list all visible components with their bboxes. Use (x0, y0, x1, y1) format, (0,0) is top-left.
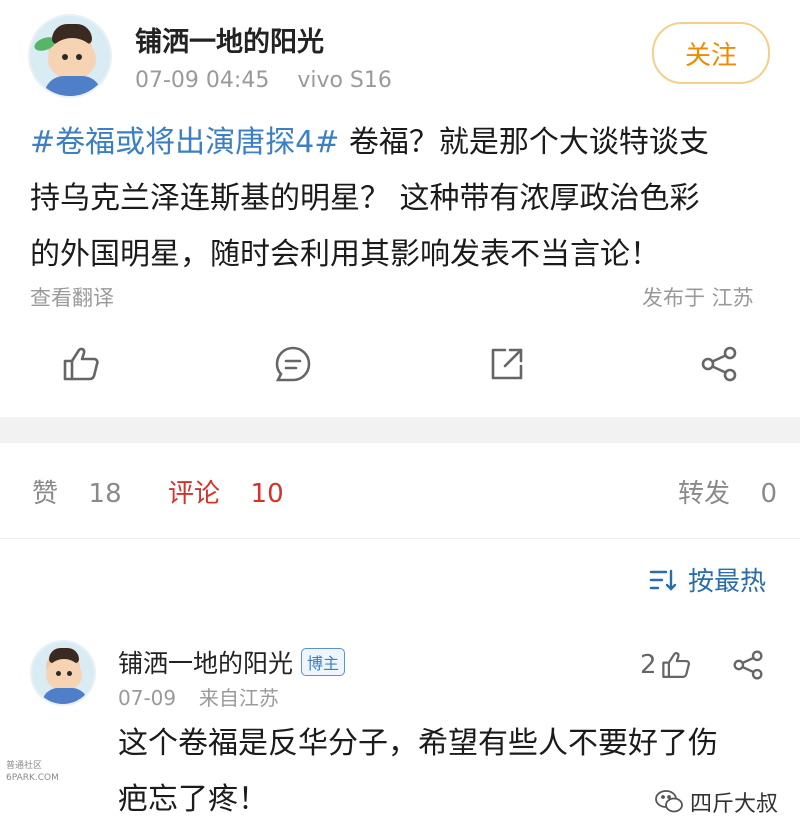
post-line-1: 卷福？就是那个大谈特谈支 (339, 125, 709, 160)
author-avatar[interactable] (28, 14, 112, 98)
comments-tab[interactable]: 评论 10 (168, 473, 284, 510)
comments-label: 评论 (168, 479, 221, 509)
watermark-site: 普通社区 6PARK.COM (6, 760, 76, 784)
share-button[interactable] (700, 346, 738, 386)
likes-label: 赞 (32, 479, 59, 509)
reposts-count: 0 (760, 479, 778, 509)
comment-share-button[interactable] (732, 650, 764, 684)
section-divider (0, 417, 800, 443)
comment-meta: 07-09 来自江苏 (118, 682, 279, 711)
comment-share-icon (733, 650, 763, 680)
share-icon (701, 346, 737, 382)
sort-label: 按最热 (688, 567, 767, 597)
sort-button[interactable]: 按最热 (648, 561, 766, 598)
comment-header: 铺洒一地的阳光 博主 (118, 644, 346, 680)
comment-date: 07-09 (118, 686, 177, 710)
post-line-2: 持乌克兰泽连斯基的明星？ 这种带有浓厚政治色彩 (30, 181, 700, 216)
watermark-account: 四斤大叔 (654, 786, 778, 818)
reposts-tab[interactable]: 转发 0 (678, 473, 777, 510)
follow-button[interactable]: 关注 (652, 22, 770, 84)
translate-link[interactable]: 查看翻译 (30, 282, 114, 312)
comments-count: 10 (250, 479, 284, 509)
watermark-account-name: 四斤大叔 (690, 792, 779, 817)
post-time: 07-09 04:45 (135, 68, 270, 93)
comment-icon (275, 346, 311, 382)
post-line-3: 的外国明星，随时会利用其影响发表不当言论！ (30, 237, 660, 272)
commenter-name[interactable]: 铺洒一地的阳光 (118, 644, 293, 680)
repost-button[interactable] (490, 347, 524, 385)
reposts-label: 转发 (678, 479, 731, 509)
post-meta: 07-09 04:45 vivo S16 (135, 68, 392, 93)
wechat-icon (655, 790, 683, 813)
commenter-avatar[interactable] (30, 640, 96, 706)
post-device: vivo S16 (297, 68, 392, 93)
comment-like-button[interactable]: 2 (640, 650, 691, 680)
author-badge: 博主 (301, 648, 346, 676)
comment-like-count: 2 (640, 650, 657, 680)
sort-icon (649, 569, 677, 591)
hashtag-link[interactable]: #卷福或将出演唐探4# (30, 125, 339, 160)
author-name[interactable]: 铺洒一地的阳光 (135, 20, 324, 59)
stats-divider (0, 538, 800, 539)
comment-button[interactable] (274, 345, 312, 387)
post-text: #卷福或将出演唐探4# 卷福？就是那个大谈特谈支 持乌克兰泽连斯基的明星？ 这种… (30, 115, 780, 283)
likes-tab[interactable]: 赞 18 (32, 473, 122, 510)
watermark-site-name: 普通社区 (6, 761, 43, 771)
repost-icon (491, 348, 523, 380)
watermark-site-url: 6PARK.COM (6, 773, 59, 783)
like-button[interactable] (62, 346, 100, 386)
comment-source: 来自江苏 (198, 686, 279, 710)
like-icon (63, 347, 99, 381)
likes-count: 18 (88, 479, 122, 509)
comment-like-icon (661, 652, 690, 678)
post-location: 发布于 江苏 (642, 286, 754, 310)
comment-line-1: 这个卷福是反华分子，希望有些人不要好了伤 (118, 726, 718, 761)
